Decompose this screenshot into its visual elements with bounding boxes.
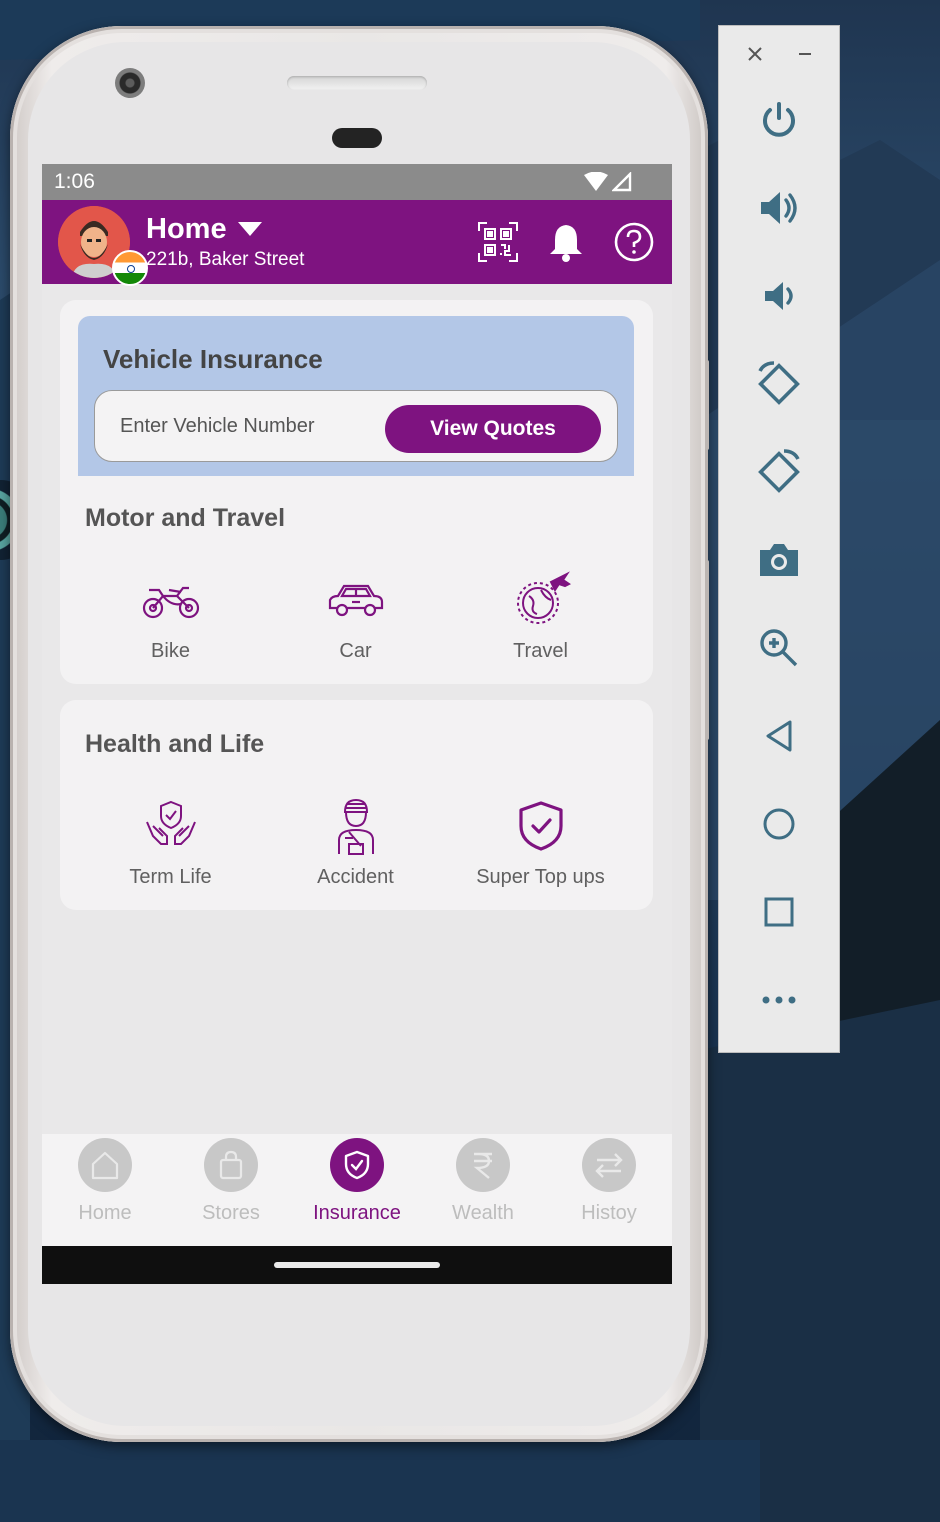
vehicle-insurance-title: Vehicle Insurance — [103, 344, 323, 374]
zoom-icon — [760, 629, 798, 667]
swap-icon — [595, 1153, 623, 1178]
nav-history[interactable]: Histoy — [546, 1134, 672, 1246]
volume-up-button[interactable] — [719, 178, 839, 238]
notifications-button[interactable] — [544, 220, 588, 264]
term-life-option[interactable]: Term Life — [78, 796, 263, 889]
bike-label: Bike — [151, 640, 190, 662]
location-title: Home — [146, 213, 227, 245]
india-flag-icon — [112, 250, 148, 286]
qr-code-button[interactable] — [476, 220, 520, 264]
car-option[interactable]: Car — [263, 570, 448, 663]
rotate-right-button[interactable] — [719, 442, 839, 502]
status-bar: 1:06 — [42, 164, 672, 200]
camera-icon — [760, 544, 798, 576]
phone-side-button — [705, 360, 709, 450]
minimize-icon — [799, 53, 811, 55]
accident-label: Accident — [317, 866, 394, 888]
shield-check-icon — [518, 801, 563, 851]
home-icon — [91, 1151, 119, 1180]
nav-home[interactable]: Home — [42, 1134, 168, 1246]
car-icon — [328, 584, 383, 617]
car-label: Car — [339, 640, 372, 662]
gesture-bar — [42, 1246, 672, 1284]
vehicle-insurance-panel: Vehicle Insurance Enter Vehicle Number V… — [78, 316, 634, 476]
rupee-icon — [473, 1152, 492, 1179]
status-icons — [584, 172, 632, 192]
avatar-wrapper[interactable] — [58, 206, 148, 286]
location-selector[interactable]: Home 221b, Baker Street — [146, 213, 304, 271]
qr-code-icon — [478, 222, 518, 262]
home-circle-icon — [763, 808, 795, 840]
bottom-navigation: Home Stores Insurance Wealth Histoy — [42, 1134, 672, 1246]
vehicle-number-placeholder[interactable]: Enter Vehicle Number — [120, 415, 315, 438]
rotate-right-icon — [758, 449, 800, 493]
proximity-sensor — [332, 128, 382, 148]
volume-down-icon — [765, 282, 793, 310]
motor-travel-title: Motor and Travel — [85, 504, 286, 532]
caret-down-icon — [237, 222, 262, 236]
super-top-ups-option[interactable]: Super Top ups — [448, 796, 633, 889]
health-life-card: Health and Life Term Life Accident Super… — [60, 700, 653, 910]
minimize-button[interactable] — [775, 26, 835, 82]
super-top-ups-label: Super Top ups — [476, 866, 605, 888]
view-quotes-button[interactable]: View Quotes — [385, 405, 601, 453]
more-icon — [762, 996, 796, 1004]
travel-icon — [516, 571, 571, 624]
help-circle-icon — [614, 222, 654, 262]
location-title-row[interactable]: Home — [146, 213, 304, 245]
accident-option[interactable]: Accident — [263, 796, 448, 889]
location-subtitle: 221b, Baker Street — [146, 249, 305, 270]
home-button[interactable] — [719, 794, 839, 854]
app-header: Home 221b, Baker Street — [42, 200, 672, 286]
home-gesture-handle[interactable] — [274, 1262, 440, 1268]
motor-travel-grid: Bike Car Travel — [60, 570, 653, 663]
vehicle-number-field[interactable]: Enter Vehicle Number View Quotes — [94, 390, 618, 462]
term-life-label: Term Life — [129, 866, 212, 888]
travel-label: Travel — [513, 640, 568, 662]
power-icon — [763, 102, 795, 137]
overview-button[interactable] — [719, 882, 839, 942]
rotate-left-button[interactable] — [719, 354, 839, 414]
volume-up-icon — [761, 192, 797, 224]
close-icon — [748, 47, 762, 61]
bike-option[interactable]: Bike — [78, 570, 263, 663]
health-life-grid: Term Life Accident Super Top ups — [60, 796, 653, 889]
bell-icon — [550, 225, 582, 262]
bike-icon — [142, 586, 199, 619]
nav-history-label: Histoy — [581, 1202, 637, 1224]
header-actions — [476, 220, 656, 264]
rotate-left-icon — [758, 361, 800, 405]
shopping-bag-icon — [219, 1150, 243, 1180]
nav-wealth-label: Wealth — [452, 1202, 514, 1224]
screenshot-button[interactable] — [719, 530, 839, 590]
travel-option[interactable]: Travel — [448, 570, 633, 663]
nav-home-label: Home — [78, 1202, 132, 1224]
back-icon — [766, 720, 792, 752]
motor-travel-card: Vehicle Insurance Enter Vehicle Number V… — [60, 300, 653, 684]
power-button[interactable] — [719, 90, 839, 150]
nav-stores[interactable]: Stores — [168, 1134, 294, 1246]
nav-insurance-label: Insurance — [313, 1202, 401, 1224]
nav-wealth[interactable]: Wealth — [420, 1134, 546, 1246]
phone-screen: 1:06 Home 221b, Baker Street Vehicle Ins… — [42, 164, 672, 1284]
zoom-button[interactable] — [719, 618, 839, 678]
shield-icon — [344, 1150, 370, 1180]
phone-side-button — [705, 560, 709, 740]
accident-icon — [337, 798, 374, 855]
signal-icon — [612, 172, 632, 192]
health-life-title: Health and Life — [85, 730, 265, 758]
nav-stores-label: Stores — [202, 1202, 260, 1224]
wifi-icon — [584, 172, 608, 191]
back-button[interactable] — [719, 706, 839, 766]
term-life-icon — [145, 800, 196, 845]
more-button[interactable] — [719, 970, 839, 1030]
earpiece-speaker — [287, 76, 427, 90]
volume-down-button[interactable] — [719, 266, 839, 326]
emulator-toolbar — [718, 25, 840, 1053]
nav-insurance[interactable]: Insurance — [294, 1134, 420, 1246]
front-camera — [115, 68, 145, 98]
help-button[interactable] — [612, 220, 656, 264]
overview-icon — [764, 897, 794, 927]
status-time: 1:06 — [54, 170, 95, 193]
